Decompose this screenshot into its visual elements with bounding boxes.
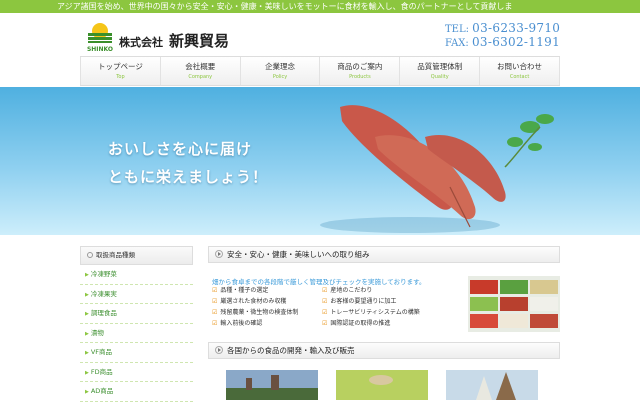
company-prefix: 株式会社 — [119, 36, 163, 49]
section-import: 各国からの食品の開発・輸入及び販売 — [208, 342, 560, 359]
point-item: ☑ 国際認証の取得の推進 — [322, 320, 391, 327]
play-circle-icon — [215, 250, 223, 258]
product-sidebar: 取扱商品種類 ▶ 冷凍野菜 ▶ 冷凍果実 ▶ 調理食品 ▶ 漬物 ▶ VF商品 ▶ FD商品… — [80, 246, 193, 402]
check-icon: ☑ — [212, 309, 218, 316]
tel-line: TEL: 03-6233-9710 — [445, 21, 561, 36]
section-lead: 畑から食卓までの各段階で厳しく管理及びチェックを実施しております。 — [212, 278, 426, 286]
contact-info: TEL: 03-6233-9710 FAX: 03-6302-1191 — [445, 22, 560, 50]
circle-icon — [87, 252, 93, 258]
point-item: ☑ 厳選された食材のみ収穫 — [212, 298, 287, 305]
check-icon: ☑ — [212, 320, 218, 327]
point-item: ☑ 品種・種子の選定 — [212, 287, 269, 294]
sidebar-item-fd[interactable]: ▶ FD商品 — [80, 363, 193, 382]
country-photos — [226, 370, 538, 400]
sidebar-item-ad[interactable]: ▶ AD商品 — [80, 382, 193, 402]
point-item: ☑ トレーサビリティシステムの構築 — [322, 309, 420, 316]
main-content: 安全・安心・健康・美味しいへの取り組み 畑から食卓までの各段階で厳しく管理及びチ… — [208, 246, 560, 400]
arrow-icon: ▶ — [85, 350, 89, 356]
svg-text:SHINKO: SHINKO — [87, 46, 113, 53]
nav-company[interactable]: 会社概要 Company — [159, 57, 240, 85]
arrow-icon: ▶ — [85, 389, 89, 395]
hero-banner: おいしさを心に届け ともに栄えましょう！ — [0, 87, 640, 235]
sidebar-item-prepared-food[interactable]: ▶ 調理食品 — [80, 304, 193, 324]
arrow-icon: ▶ — [85, 311, 89, 317]
point-item: ☑ お客様の要望通りに加工 — [322, 298, 397, 305]
nav-contact[interactable]: お問い合わせ Contact — [479, 57, 560, 85]
sidebar-item-frozen-vegetables[interactable]: ▶ 冷凍野菜 — [80, 265, 193, 285]
point-item: ☑ 残留農薬・微生物の検査体制 — [212, 309, 299, 316]
sweet-potato-image — [320, 105, 554, 233]
company-name: 株式会社 新興貿易 — [119, 30, 229, 51]
nav-quality[interactable]: 品質管理体制 Quality — [399, 57, 479, 85]
fax-line: FAX: 03-6302-1191 — [445, 35, 561, 50]
check-icon: ☑ — [322, 320, 328, 327]
check-icon: ☑ — [212, 287, 218, 294]
play-circle-icon — [215, 346, 223, 354]
check-icon: ☑ — [212, 298, 218, 305]
section-title-import: 各国からの食品の開発・輸入及び販売 — [208, 342, 560, 359]
check-icon: ☑ — [322, 287, 328, 294]
nav-top[interactable]: トップページ Top — [80, 57, 160, 85]
hero-slogan: おいしさを心に届け ともに栄えましょう！ — [108, 140, 269, 186]
tagline-bar: アジア諸国を始め、世界中の国々から安全・安心・健康・美味しいをモットーに食材を輸… — [0, 0, 640, 13]
check-points: ☑ 品種・種子の選定 ☑ 産地のこだわり ☑ 厳選された食材のみ収穫 ☑ お客様の要望通… — [212, 286, 467, 329]
arrow-icon: ▶ — [85, 369, 89, 376]
company-title: 新興貿易 — [169, 32, 230, 50]
company-logo[interactable]: SHINKO — [85, 21, 115, 53]
sidebar-title: 取扱商品種類 — [80, 246, 193, 265]
point-item: ☑ 輸入前後の確認 — [212, 320, 263, 327]
section-title-safety: 安全・安心・健康・美味しいへの取り組み — [208, 246, 560, 263]
sidebar-item-pickles[interactable]: ▶ 漬物 — [80, 324, 193, 343]
fax-number: 03-6302-1191 — [471, 35, 561, 49]
point-item: ☑ 産地のこだわり — [322, 287, 373, 294]
sidebar-item-frozen-fruit[interactable]: ▶ 冷凍果実 — [80, 285, 193, 304]
arrow-icon: ▶ — [85, 291, 89, 298]
main-nav: トップページ Top 会社概要 Company 企業理念 Policy 商品のご案内 P… — [80, 56, 560, 86]
sidebar-item-vf[interactable]: ▶ VF商品 — [80, 343, 193, 363]
nav-products[interactable]: 商品のご案内 Products — [319, 57, 399, 85]
check-icon: ☑ — [322, 298, 328, 305]
nav-policy[interactable]: 企業理念 Policy — [239, 57, 320, 85]
sidebar-list: ▶ 冷凍野菜 ▶ 冷凍果実 ▶ 調理食品 ▶ 漬物 ▶ VF商品 ▶ FD商品 ▶ AD商品 — [80, 265, 193, 402]
arrow-icon: ▶ — [85, 272, 89, 278]
check-icon: ☑ — [322, 309, 328, 316]
tel-number: 03-6233-9710 — [472, 21, 561, 35]
arrow-icon: ▶ — [85, 330, 89, 337]
site-header: SHINKO 株式会社 新興貿易 TEL: 03-6233-9710 FAX: 0… — [0, 13, 640, 56]
vegetable-crates-photo — [468, 276, 560, 332]
